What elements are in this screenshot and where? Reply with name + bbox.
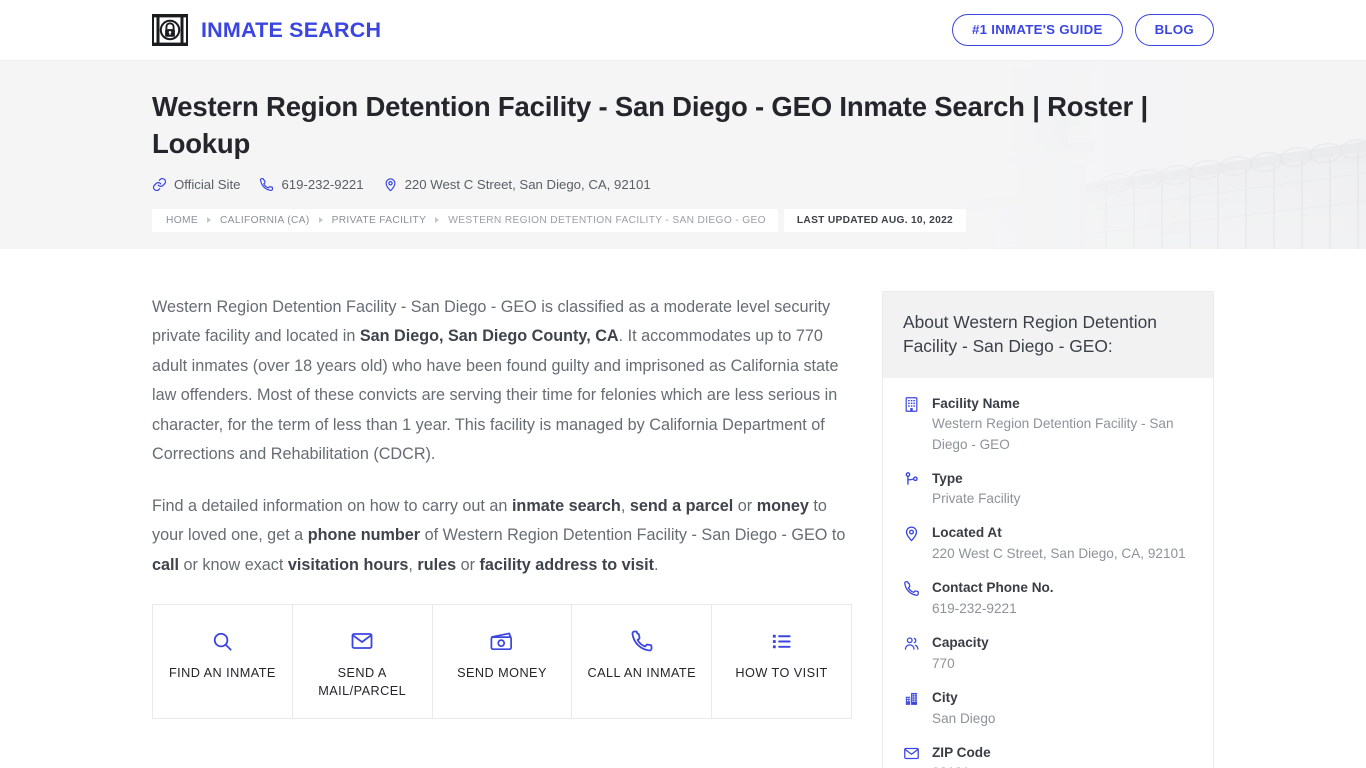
phone-icon (260, 177, 274, 191)
send-money-label: SEND MONEY (457, 666, 547, 681)
fact-type-value: Private Facility (932, 491, 1021, 507)
type-branch-icon (903, 469, 921, 510)
people-icon (903, 633, 921, 674)
about-facility-facts: Facility Name Western Region Detention F… (883, 378, 1213, 768)
services-paragraph: Find a detailed information on how to ca… (152, 492, 852, 580)
fact-zip-code-label: ZIP Code (932, 744, 991, 760)
fact-located-at-label: Located At (932, 525, 1002, 541)
how-to-visit-label: HOW TO VISIT (735, 666, 828, 681)
breadcrumb-item-home[interactable]: HOME (166, 215, 198, 226)
chevron-right-icon (206, 217, 211, 224)
location-pin-icon (385, 177, 396, 192)
inmates-guide-button[interactable]: #1 INMATE'S GUIDE (952, 13, 1123, 47)
fact-located-at: Located At 220 West C Street, San Diego,… (903, 523, 1193, 564)
svc-b8: facility address to visit (479, 555, 655, 574)
fact-type: Type Private Facility (903, 469, 1193, 510)
svc-p8: or (456, 555, 480, 574)
breadcrumb-row: HOME CALIFORNIA (CA) PRIVATE FACILITY WE… (152, 208, 1214, 232)
location-pin-icon (903, 523, 921, 564)
fact-capacity-value: 770 (932, 655, 955, 671)
svc-p5: of Western Region Detention Facility - S… (420, 526, 846, 545)
phone-icon (580, 627, 703, 655)
send-a-mail-parcel-action[interactable]: SEND A MAIL/PARCEL (293, 605, 433, 719)
city-icon (903, 688, 921, 729)
hero-phone-label: 619-232-9221 (281, 176, 364, 192)
svc-p6: or know exact (179, 555, 288, 574)
site-header: INMATE SEARCH #1 INMATE'S GUIDE BLOG (0, 0, 1366, 60)
fact-facility-name-value: Western Region Detention Facility - San … (932, 416, 1174, 452)
breadcrumb-item-private-facility[interactable]: PRIVATE FACILITY (332, 215, 427, 226)
fact-city: City San Diego (903, 688, 1193, 729)
intro-paragraph: Western Region Detention Facility - San … (152, 293, 852, 470)
fact-zip-code-value: 92101 (932, 763, 1193, 768)
official-site-link[interactable]: Official Site (152, 177, 240, 192)
svc-p9: . (654, 555, 659, 574)
breadcrumb-item-current: WESTERN REGION DETENTION FACILITY - SAN … (448, 214, 766, 226)
hero-address-label: 220 West C Street, San Diego, CA, 92101 (404, 176, 651, 192)
send-a-mail-parcel-label: SEND A MAIL/PARCEL (318, 666, 407, 699)
svc-p2: , (620, 496, 630, 515)
find-an-inmate-label: FIND AN INMATE (168, 666, 276, 681)
fact-contact-phone-value: 619-232-9221 (932, 600, 1017, 616)
svc-p1: Find a detailed information on how to ca… (152, 496, 512, 515)
page-title: Western Region Detention Facility - San … (152, 91, 1148, 159)
svc-p3: or (733, 496, 757, 515)
svc-b5: call (152, 555, 180, 574)
brand-logo-link[interactable]: INMATE SEARCH (152, 14, 381, 46)
about-facility-card: About Western Region Detention Facility … (882, 291, 1214, 768)
breadcrumb-item-california[interactable]: CALIFORNIA (CA) (220, 215, 310, 226)
hero-meta-row: Official Site 619-232-9221 220 West C St… (152, 177, 1214, 192)
envelope-icon (301, 627, 424, 655)
fact-zip-code: ZIP Code 92101 (903, 743, 1193, 768)
hero-address: 220 West C Street, San Diego, CA, 92101 (383, 177, 651, 192)
quick-actions-grid: FIND AN INMATE SEND A MAIL/PARCEL SEND M… (152, 604, 852, 720)
about-facility-heading: About Western Region Detention Facility … (883, 292, 1213, 378)
fact-contact-phone: Contact Phone No. 619-232-9221 (903, 578, 1193, 619)
chevron-right-icon (318, 217, 323, 224)
header-actions: #1 INMATE'S GUIDE BLOG (952, 13, 1214, 47)
call-an-inmate-label: CALL AN INMATE (587, 666, 697, 681)
link-icon (152, 177, 167, 191)
hero-banner: Western Region Detention Facility - San … (0, 60, 1366, 249)
prison-bars-padlock-icon (152, 14, 188, 46)
call-an-inmate-action[interactable]: CALL AN INMATE (572, 605, 713, 719)
find-an-inmate-action[interactable]: FIND AN INMATE (153, 605, 293, 719)
breadcrumb: HOME CALIFORNIA (CA) PRIVATE FACILITY WE… (152, 208, 778, 232)
svc-b1: inmate search (511, 496, 621, 515)
sidebar-column: About Western Region Detention Facility … (882, 249, 1214, 768)
svc-b4: phone number (307, 526, 421, 545)
intro-p2: . It accommodates up to 770 adult inmate… (152, 327, 839, 464)
intro-b1: San Diego, San Diego County, CA (359, 327, 619, 346)
last-updated-badge: LAST UPDATED AUG. 10, 2022 (783, 208, 967, 232)
envelope-icon (903, 743, 921, 768)
hero-phone[interactable]: 619-232-9221 (259, 176, 364, 192)
phone-icon (903, 578, 921, 619)
fact-contact-phone-label: Contact Phone No. (932, 580, 1054, 596)
svc-b2: send a parcel (629, 496, 734, 515)
fact-capacity-label: Capacity (932, 635, 989, 651)
svc-b3: money (756, 496, 809, 515)
fact-city-value: San Diego (932, 710, 996, 726)
list-icon (720, 627, 843, 655)
blog-button[interactable]: BLOG (1134, 13, 1214, 47)
official-site-label: Official Site (174, 176, 241, 192)
brand-name: INMATE SEARCH (201, 17, 382, 42)
search-icon (161, 627, 284, 655)
fact-located-at-value: 220 West C Street, San Diego, CA, 92101 (932, 546, 1186, 562)
svc-b6: visitation hours (287, 555, 409, 574)
how-to-visit-action[interactable]: HOW TO VISIT (712, 605, 851, 718)
svc-b7: rules (417, 555, 457, 574)
fact-capacity: Capacity 770 (903, 633, 1193, 674)
fact-type-label: Type (932, 470, 963, 486)
building-icon (903, 394, 921, 455)
page-content: Western Region Detention Facility - San … (0, 249, 1366, 768)
chevron-right-icon (435, 217, 440, 224)
money-icon (441, 627, 564, 655)
fact-facility-name-label: Facility Name (932, 395, 1020, 411)
send-money-action[interactable]: SEND MONEY (433, 605, 573, 719)
fact-facility-name: Facility Name Western Region Detention F… (903, 394, 1193, 455)
fact-city-label: City (932, 689, 958, 705)
main-column: Western Region Detention Facility - San … (152, 249, 852, 720)
